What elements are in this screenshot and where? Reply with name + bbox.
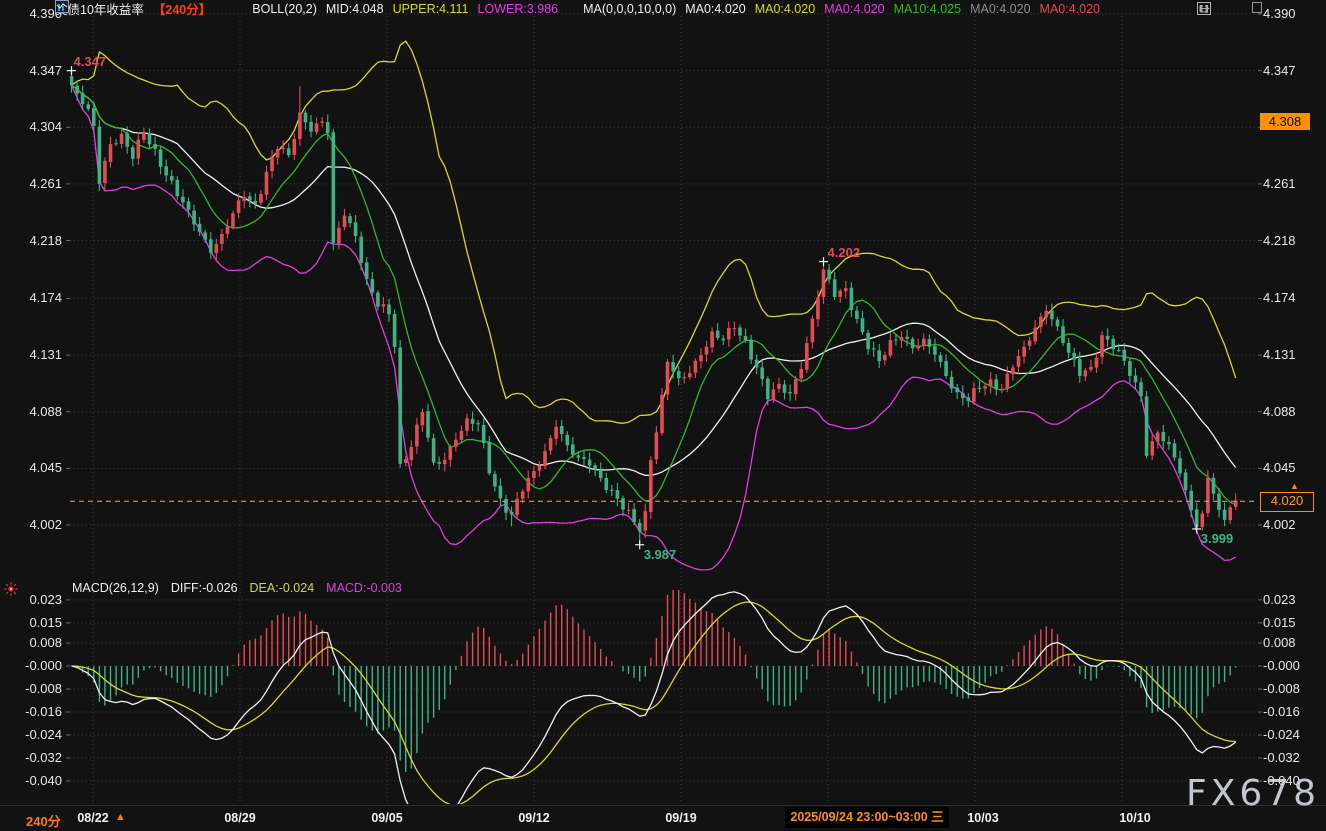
price-axis-left-label: 4.131 [0, 348, 62, 362]
macd-axis-left-label: -0.016 [0, 705, 62, 719]
price-annotation: 4.202 [828, 245, 861, 260]
price-annotation: 4.347 [74, 54, 107, 69]
macd-axis-left-label: 0.008 [0, 636, 62, 650]
price-axis-right-label: 4.002 [1263, 518, 1296, 532]
price-axis-right-label: 4.045 [1263, 461, 1296, 475]
date-axis-label: 09/19 [665, 811, 696, 825]
macd-diff-value: DIFF:-0.026 [171, 581, 238, 595]
ma-value: MA0:4.020 [685, 2, 745, 16]
ma-value: MA10:4.025 [894, 2, 961, 16]
date-axis-label: 09/12 [518, 811, 549, 825]
boll-indicator-icon[interactable] [236, 2, 250, 15]
date-axis-label: 10/03 [967, 811, 998, 825]
macd-axis-right-label: 0.015 [1263, 616, 1296, 630]
price-axis-right-label: 4.261 [1263, 177, 1296, 191]
ma-value: MA0:4.020 [1040, 2, 1100, 16]
macd-axis-right-label: -0.000 [1263, 659, 1300, 673]
macd-axis-right-label: -0.032 [1263, 751, 1300, 765]
highlighted-date-label: 2025/09/24 23:00~03:00 三 [785, 807, 949, 828]
chart-canvas[interactable] [0, 0, 1326, 831]
ma-indicator-icon[interactable] [567, 2, 581, 15]
current-price-label: 4.020 [1260, 492, 1314, 512]
price-axis-right-label: 4.174 [1263, 291, 1296, 305]
time-axis: 240分 ▲ 08/22 08/29 09/05 09/12 09/19 10/03 10/… [0, 805, 1326, 831]
macd-params-label: MACD(26,12,9) [72, 581, 159, 595]
boll-mid-value: MID:4.048 [326, 2, 384, 16]
macd-axis-right-label: 0.008 [1263, 636, 1296, 650]
price-axis-left-label: 4.045 [0, 461, 62, 475]
macd-axis-right-label: -0.008 [1263, 682, 1300, 696]
price-axis-left-label: 4.390 [0, 7, 62, 21]
macd-axis-left-label: 0.015 [0, 616, 62, 630]
footer-period-arrow-icon[interactable]: ▲ [115, 811, 126, 823]
date-axis-label: 08/22 [77, 811, 108, 825]
price-axis-right-label: 4.347 [1263, 64, 1296, 78]
macd-axis-left-label: -0.040 [0, 774, 62, 788]
macd-dea-value: DEA:-0.024 [250, 581, 315, 595]
macd-legend: MACD(26,12,9) DIFF:-0.026 DEA:-0.024 MAC… [72, 581, 414, 595]
reference-price-label: 4.308 [1260, 113, 1310, 130]
watermark: FX678 [1186, 773, 1320, 814]
price-axis-left-label: 4.002 [0, 518, 62, 532]
header: 美债10年收益率 【240分】 BOLL(20,2) MID:4.048 UPP… [55, 0, 1118, 17]
macd-settings-sun-icon[interactable] [3, 581, 19, 597]
price-axis-right-label: 4.390 [1263, 7, 1296, 21]
pan-right-icon[interactable] [1197, 2, 1211, 15]
add-indicator-icon[interactable] [220, 2, 234, 15]
price-axis-left-label: 4.261 [0, 177, 62, 191]
macd-axis-left-label: -0.024 [0, 728, 62, 742]
price-axis-right-label: 4.131 [1263, 348, 1296, 362]
price-annotation: 3.999 [1201, 531, 1234, 546]
scroll-handle[interactable] [1252, 2, 1262, 13]
ma-value: MA0:4.020 [824, 2, 884, 16]
ma-value: MA0:4.020 [970, 2, 1030, 16]
macd-axis-left-label: -0.008 [0, 682, 62, 696]
chart-window: 美债10年收益率 【240分】 BOLL(20,2) MID:4.048 UPP… [0, 0, 1326, 831]
macd-axis-right-label: -0.024 [1263, 728, 1300, 742]
price-axis-left-label: 4.088 [0, 405, 62, 419]
price-annotation: 3.987 [644, 547, 677, 562]
footer-period-label[interactable]: 240分 [26, 811, 61, 830]
macd-macd-value: MACD:-0.003 [326, 581, 402, 595]
period-label: 【240分】 [153, 0, 211, 18]
price-axis-right-label: 4.218 [1263, 234, 1296, 248]
ma-label: MA(0,0,0,10,0,0) [583, 2, 676, 16]
macd-axis-right-label: -0.016 [1263, 705, 1300, 719]
current-price-marker-icon: ▲ [1290, 481, 1299, 491]
date-axis-label: 09/05 [371, 811, 402, 825]
price-axis-left-label: 4.218 [0, 234, 62, 248]
macd-axis-left-label: -0.000 [0, 659, 62, 673]
price-axis-left-label: 4.347 [0, 64, 62, 78]
boll-label: BOLL(20,2) [252, 2, 317, 16]
date-axis-label: 10/10 [1119, 811, 1150, 825]
price-axis-right-label: 4.088 [1263, 405, 1296, 419]
macd-axis-right-label: 0.023 [1263, 593, 1296, 607]
ma-values: MA0:4.020 MA0:4.020 MA0:4.020 MA10:4.025 MA0… [685, 2, 1109, 16]
price-axis-left-label: 4.304 [0, 120, 62, 134]
boll-lower-value: LOWER:3.986 [478, 2, 559, 16]
price-axis-left-label: 4.174 [0, 291, 62, 305]
date-axis-label: 08/29 [224, 811, 255, 825]
boll-upper-value: UPPER:4.111 [393, 2, 469, 16]
macd-axis-left-label: -0.032 [0, 751, 62, 765]
ma-value: MA0:4.020 [755, 2, 815, 16]
